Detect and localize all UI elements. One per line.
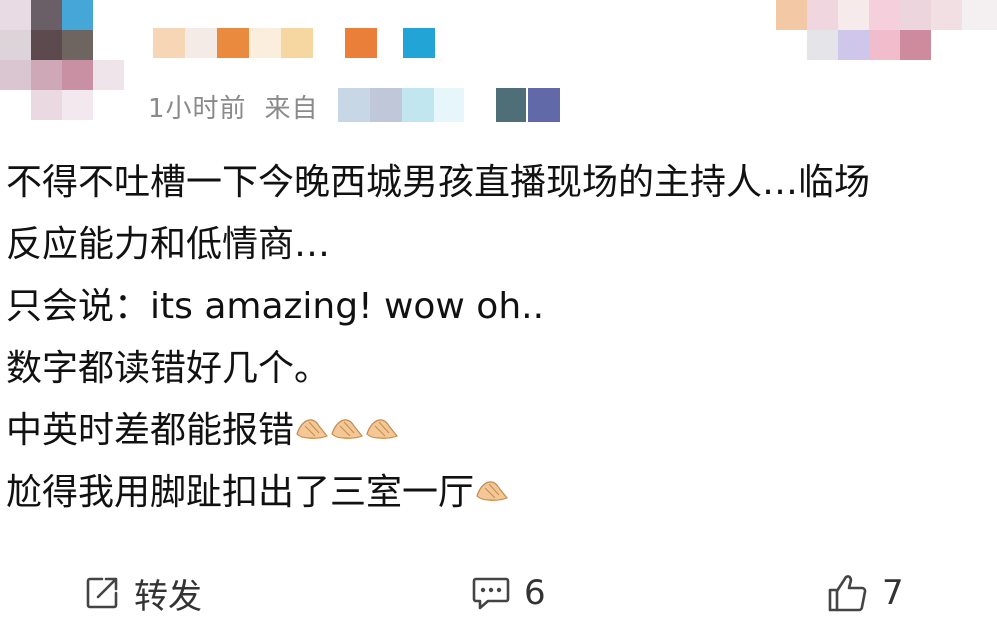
avatar-pixel (0, 30, 31, 60)
follow-area-pixel (962, 0, 997, 30)
avatar-pixel (31, 0, 62, 30)
comment-line-text: 不得不吐槽一下今晚西城男孩直播现场的主持人…临场 (6, 162, 871, 203)
source-device-pixel (434, 88, 464, 122)
comment-line: 只会说：its amazing! wow oh.. (6, 276, 991, 338)
follow-area[interactable] (776, 0, 997, 62)
comment-line: 尬得我用脚趾扣出了三室一厅 (6, 462, 991, 524)
source-device-pixel (496, 88, 526, 122)
source-device-pixel (528, 88, 560, 122)
avatar-pixel (62, 30, 93, 60)
comment-meta: 1小时前 来自 (148, 88, 319, 125)
source-label: 来自 (264, 94, 319, 124)
source-device[interactable] (338, 88, 563, 122)
palms-up-hand-icon (296, 419, 329, 439)
username[interactable] (153, 28, 443, 58)
username-pixel (345, 28, 377, 58)
repost-button[interactable]: 转发 (82, 568, 202, 618)
comment-line: 数字都读错好几个。 (6, 338, 991, 400)
comment-line-text: 尬得我用脚趾扣出了三室一厅 (6, 472, 475, 513)
follow-area-pixel (838, 30, 869, 60)
username-pixel (313, 28, 345, 58)
avatar-pixel (93, 60, 124, 90)
source-device-pixel (338, 88, 370, 122)
comment-line-text: 只会说：its amazing! wow oh.. (6, 286, 545, 327)
comment-line: 中英时差都能报错 (6, 400, 991, 462)
follow-area-pixel (931, 0, 962, 30)
follow-area-pixel (838, 0, 869, 30)
source-device-pixel (402, 88, 434, 122)
username-pixel (185, 28, 217, 58)
avatar-pixel (31, 30, 62, 60)
follow-area-pixel (807, 30, 838, 60)
avatar-pixel (31, 60, 62, 90)
comment-button[interactable]: 6 (470, 568, 546, 618)
palms-up-hand-icon (331, 419, 364, 439)
avatar-pixel (0, 60, 31, 90)
username-pixel (377, 28, 403, 58)
follow-area-pixel (776, 0, 807, 30)
source-device-pixel (370, 88, 402, 122)
avatar[interactable] (0, 0, 125, 120)
comment-line-text: 数字都读错好几个。 (6, 348, 331, 389)
follow-area-pixel (900, 0, 931, 30)
follow-area-pixel (807, 0, 838, 30)
comment-line-text: 反应能力和低情商… (6, 224, 331, 265)
comment-line-text: 中英时差都能报错 (6, 410, 295, 451)
action-bar: 转发 6 7 (0, 568, 997, 618)
comment-icon (472, 577, 510, 610)
avatar-pixel (0, 0, 31, 30)
follow-area-pixel (900, 30, 931, 60)
repost-icon (86, 577, 118, 609)
like-icon (828, 575, 867, 612)
comment-line: 反应能力和低情商… (6, 214, 991, 276)
comment-body: 不得不吐槽一下今晚西城男孩直播现场的主持人…临场 反应能力和低情商… 只会说：i… (6, 152, 991, 524)
like-count: 7 (882, 573, 904, 613)
comment-line: 不得不吐槽一下今晚西城男孩直播现场的主持人…临场 (6, 152, 991, 214)
like-button[interactable]: 7 (826, 568, 904, 618)
username-pixel (249, 28, 281, 58)
username-pixel (217, 28, 249, 58)
palms-up-hand-icon (366, 419, 399, 439)
comment-count: 6 (524, 573, 546, 613)
avatar-pixel (62, 60, 93, 90)
follow-area-pixel (869, 0, 900, 30)
username-pixel (403, 28, 435, 58)
username-pixel (153, 28, 185, 58)
username-pixel (281, 28, 313, 58)
follow-area-pixel (869, 30, 900, 60)
repost-label: 转发 (134, 576, 202, 617)
timestamp: 1小时前 (148, 94, 247, 124)
avatar-pixel (31, 90, 62, 120)
avatar-pixel (62, 0, 93, 30)
palms-up-hand-icon (476, 481, 509, 501)
avatar-pixel (62, 90, 93, 120)
